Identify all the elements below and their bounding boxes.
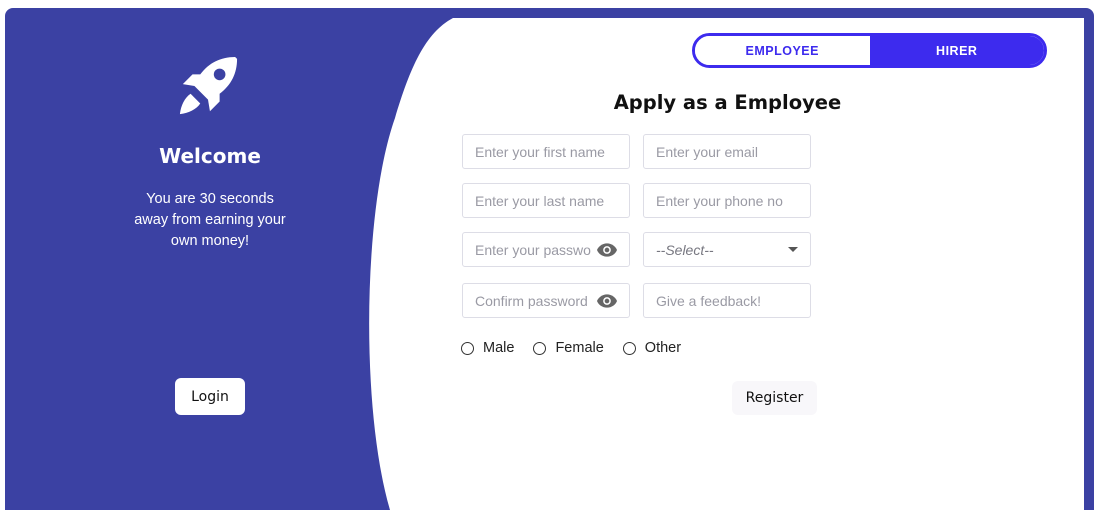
radio-circle[interactable] xyxy=(622,341,636,355)
radio-circle[interactable] xyxy=(461,341,474,355)
confirm-password-field[interactable]: Confirm password xyxy=(462,283,630,318)
login-button[interactable]: Login xyxy=(175,378,245,415)
first-name-field[interactable]: Enter your first name xyxy=(462,134,630,169)
radio-label-other: Other xyxy=(644,340,682,356)
register-button[interactable]: Register xyxy=(732,381,817,415)
rocket-icon xyxy=(179,56,238,115)
radio-label-female: Female xyxy=(555,340,604,356)
phone-placeholder: Enter your phone no xyxy=(656,192,783,209)
eye-icon[interactable] xyxy=(597,293,617,308)
phone-field[interactable]: Enter your phone no xyxy=(643,183,811,218)
role-select[interactable]: --Select-- xyxy=(643,232,811,267)
password-field[interactable]: Enter your password xyxy=(462,232,630,267)
tab-employee[interactable]: EMPLOYEE xyxy=(695,36,870,65)
form-title: Apply as a Employee xyxy=(613,91,842,114)
last-name-placeholder: Enter your last name xyxy=(475,192,605,209)
role-select-value: --Select-- xyxy=(656,241,714,258)
radio-circle[interactable] xyxy=(533,341,547,355)
email-field[interactable]: Enter your email xyxy=(643,134,811,169)
password-placeholder: Enter your password xyxy=(475,241,591,258)
feedback-field[interactable]: Give a feedback! xyxy=(643,283,811,318)
app-frame: Welcome You are 30 seconds away from ear… xyxy=(5,8,1094,510)
radio-male[interactable]: Male xyxy=(461,340,514,356)
gender-radio-group: Male Female Other xyxy=(461,340,700,356)
radio-other[interactable]: Other xyxy=(622,340,682,356)
tab-hirer[interactable]: HIRER xyxy=(869,36,1044,65)
radio-label-male: Male xyxy=(483,340,515,356)
welcome-tagline: You are 30 seconds away from earning you… xyxy=(134,191,286,249)
confirm-password-placeholder: Confirm password xyxy=(475,292,588,309)
eye-icon[interactable] xyxy=(597,242,617,257)
first-name-placeholder: Enter your first name xyxy=(475,143,605,160)
last-name-field[interactable]: Enter your last name xyxy=(462,183,630,218)
email-placeholder: Enter your email xyxy=(656,143,758,160)
chevron-down-icon xyxy=(788,247,798,252)
welcome-panel: Welcome You are 30 seconds away from ear… xyxy=(5,8,415,510)
radio-female[interactable]: Female xyxy=(533,340,604,356)
feedback-placeholder: Give a feedback! xyxy=(656,292,762,309)
role-toggle: EMPLOYEE HIRER xyxy=(692,33,1047,68)
welcome-heading: Welcome xyxy=(159,144,261,168)
